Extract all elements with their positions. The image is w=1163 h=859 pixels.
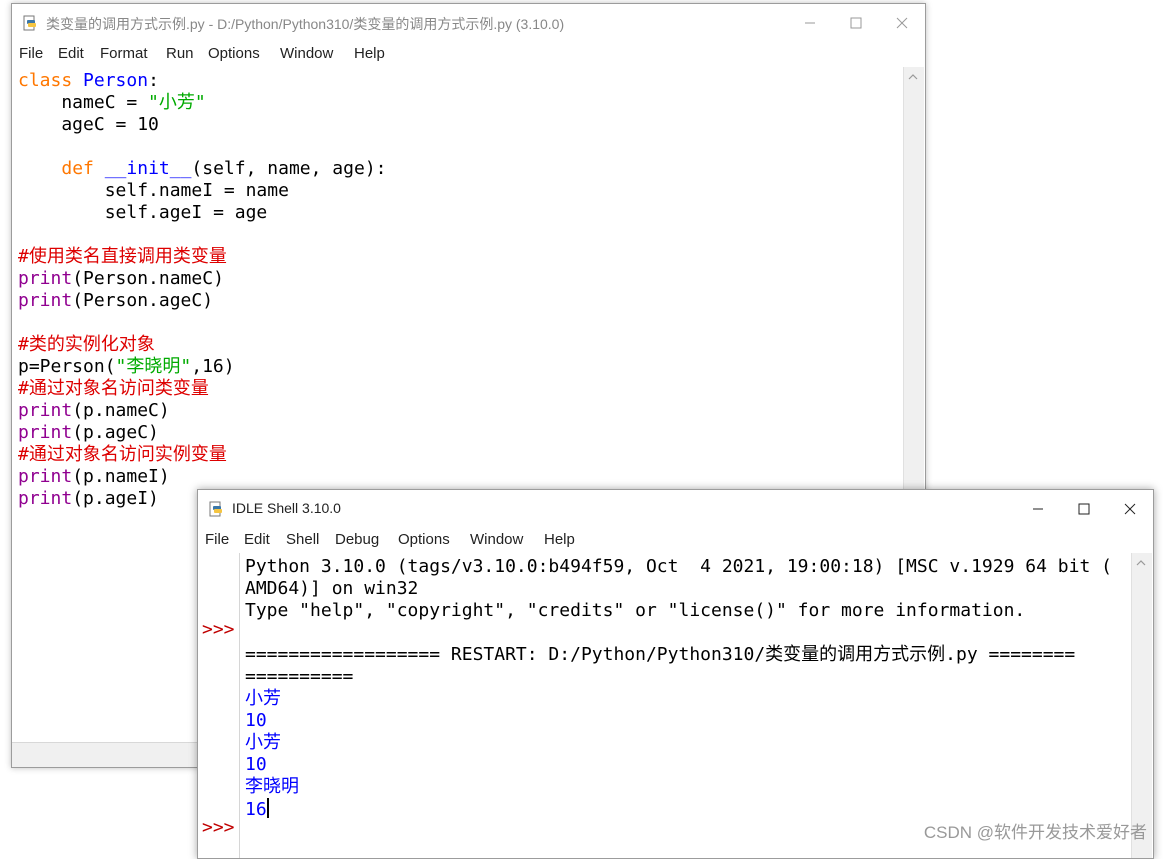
python-file-icon (22, 15, 38, 31)
close-icon (896, 17, 908, 29)
shell-prompt: >>> (202, 619, 235, 640)
shell-banner-line: Type "help", "copyright", "credits" or "… (245, 600, 1026, 621)
shell-prompt: >>> (202, 817, 235, 838)
menu-run[interactable]: Run (166, 45, 194, 62)
editor-title: 类变量的调用方式示例.py - D:/Python/Python310/类变量的… (46, 16, 565, 32)
shell-prompt-gutter: >>> >>> (198, 553, 240, 858)
menu-window[interactable]: Window (280, 45, 333, 62)
shell-output-line: 李晓明 (245, 776, 299, 797)
text-cursor (266, 798, 269, 818)
menu-format[interactable]: Format (100, 45, 148, 62)
menu-options[interactable]: Options (208, 45, 260, 62)
shell-menu-window[interactable]: Window (470, 531, 523, 548)
shell-menu-shell[interactable]: Shell (286, 531, 319, 548)
shell-menu-edit[interactable]: Edit (244, 531, 270, 548)
scroll-up-icon[interactable] (1136, 559, 1146, 567)
maximize-icon (1078, 503, 1090, 515)
shell-restart-line: ================== RESTART: D:/Python/Py… (245, 644, 1076, 665)
shell-maximize-button[interactable] (1061, 490, 1107, 528)
shell-text-area[interactable]: Python 3.10.0 (tags/v3.10.0:b494f59, Oct… (245, 556, 1112, 821)
code-line: #类的实例化对象 (18, 334, 155, 355)
code-line: print(Person.nameC) (18, 268, 224, 289)
shell-banner-line: Python 3.10.0 (tags/v3.10.0:b494f59, Oct… (245, 556, 1112, 577)
code-line: self.nameI = name (18, 180, 289, 201)
shell-output-line: 10 (245, 710, 267, 731)
code-editor[interactable]: class Person: nameC = "小芳" ageC = 10 def… (18, 70, 387, 510)
maximize-button[interactable] (833, 4, 879, 42)
editor-titlebar[interactable]: 类变量的调用方式示例.py - D:/Python/Python310/类变量的… (12, 4, 925, 42)
code-line: print(Person.ageC) (18, 290, 214, 311)
editor-menubar: File Edit Format Run Options Window Help (12, 42, 925, 67)
shell-menu-options[interactable]: Options (398, 531, 450, 548)
menu-file[interactable]: File (19, 45, 43, 62)
code-line: ageC = 10 (18, 114, 159, 135)
shell-close-button[interactable] (1107, 490, 1153, 528)
code-line: self.ageI = age (18, 202, 268, 223)
shell-menu-help[interactable]: Help (544, 531, 575, 548)
menu-edit[interactable]: Edit (58, 45, 84, 62)
close-button[interactable] (879, 4, 925, 42)
watermark: CSDN @软件开发技术爱好者 (923, 823, 1147, 842)
shell-menubar: File Edit Shell Debug Options Window Hel… (198, 528, 1153, 553)
code-line: print(p.ageC) (18, 422, 159, 443)
code-line: #使用类名直接调用类变量 (18, 246, 227, 267)
code-line: #通过对象名访问类变量 (18, 378, 209, 399)
code-line: print(p.nameI) (18, 466, 170, 487)
shell-output-line: 小芳 (245, 732, 281, 753)
shell-window: IDLE Shell 3.10.0 File Edit Shell Debug … (197, 489, 1154, 859)
menu-help[interactable]: Help (354, 45, 385, 62)
shell-titlebar[interactable]: IDLE Shell 3.10.0 (198, 490, 1153, 528)
shell-menu-file[interactable]: File (205, 531, 229, 548)
maximize-icon (850, 17, 862, 29)
shell-minimize-button[interactable] (1015, 490, 1061, 528)
code-line: nameC = "小芳" (18, 92, 206, 113)
minimize-icon (1033, 508, 1043, 510)
shell-banner-line: AMD64)] on win32 (245, 578, 419, 599)
shell-vertical-scrollbar[interactable] (1131, 553, 1152, 858)
python-shell-icon (208, 501, 224, 517)
shell-output-line: 16 (245, 799, 267, 820)
scroll-up-icon[interactable] (908, 73, 918, 81)
shell-restart-line: ========== (245, 666, 354, 687)
close-icon (1124, 503, 1136, 515)
shell-title: IDLE Shell 3.10.0 (232, 500, 341, 516)
code-line: #通过对象名访问实例变量 (18, 444, 227, 465)
code-line: def __init__(self, name, age): (61, 158, 387, 179)
code-line: p=Person("李晓明",16) (18, 356, 235, 377)
code-line: class Person: (18, 70, 159, 91)
minimize-icon (805, 22, 815, 24)
shell-menu-debug[interactable]: Debug (335, 531, 379, 548)
shell-output-line: 10 (245, 754, 267, 775)
minimize-button[interactable] (787, 4, 833, 42)
code-line: print(p.nameC) (18, 400, 170, 421)
shell-output-line: 小芳 (245, 688, 281, 709)
code-line: print(p.ageI) (18, 488, 159, 509)
